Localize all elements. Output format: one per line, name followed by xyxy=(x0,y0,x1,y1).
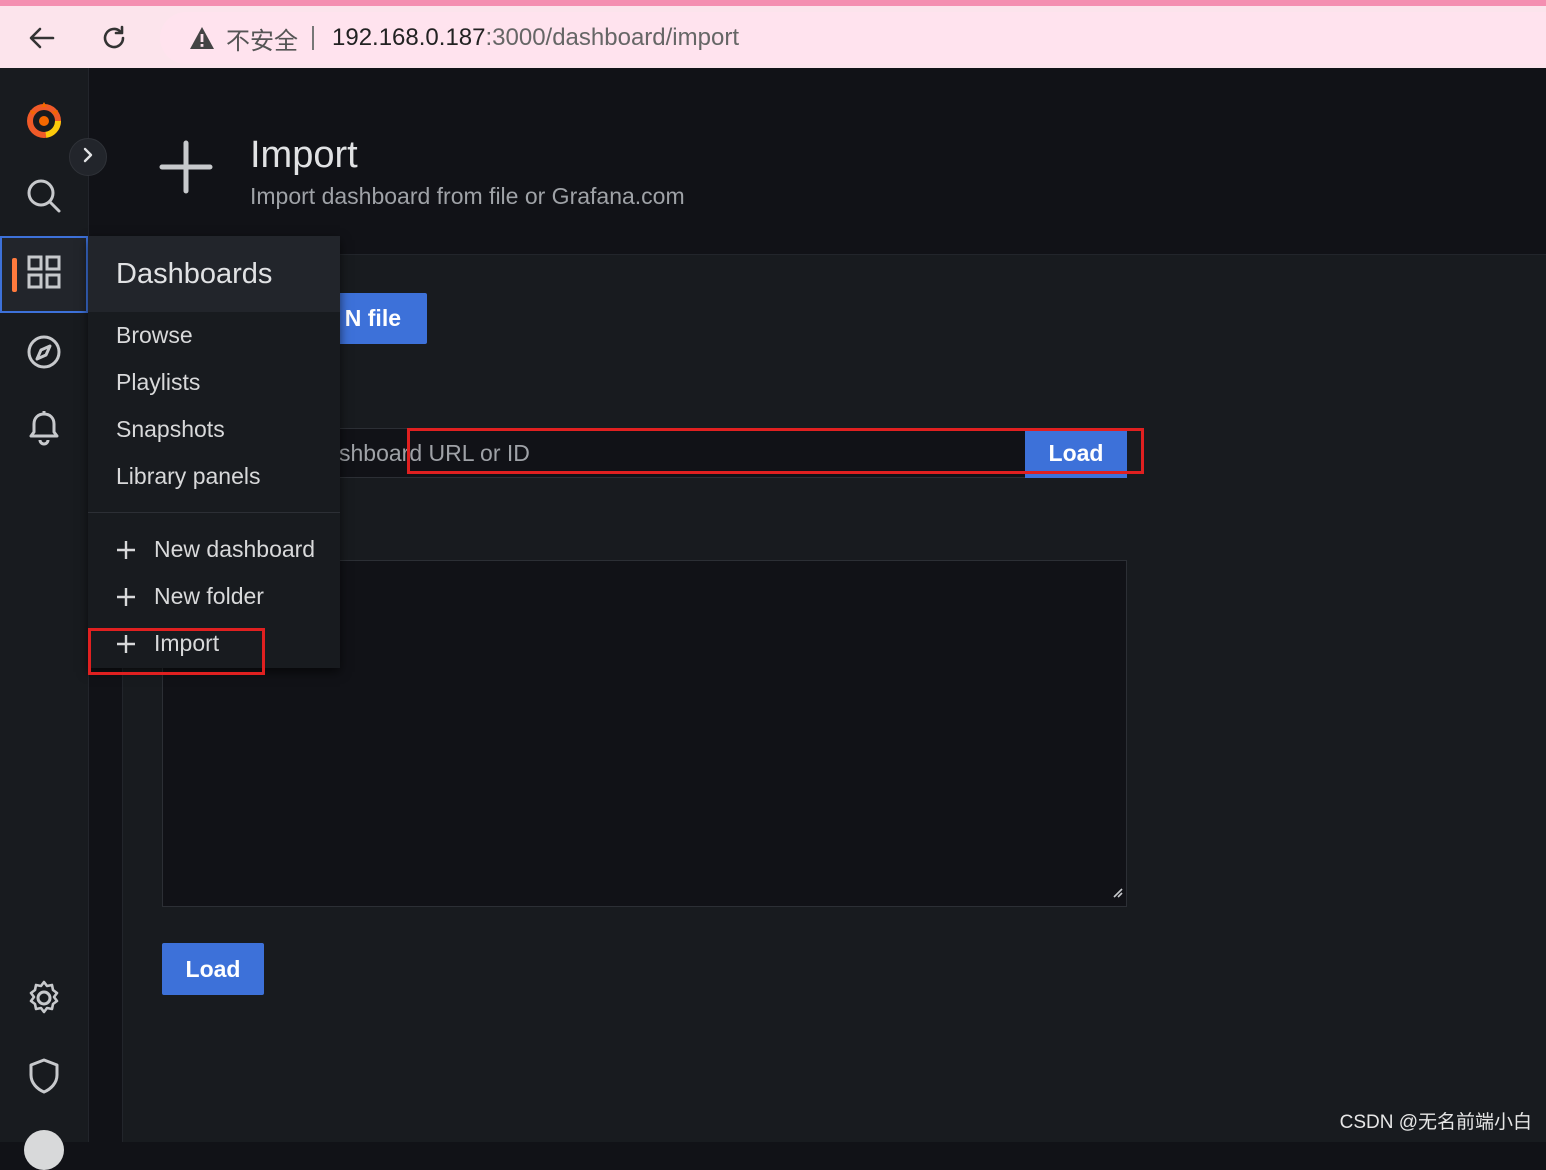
browser-toolbar: 不安全 192.168.0.187:3000/dashboard/import xyxy=(0,0,1546,68)
insecure-label: 不安全 xyxy=(226,27,298,55)
sidebar xyxy=(0,68,89,1170)
import-highlight xyxy=(88,628,265,675)
warning-icon xyxy=(188,25,216,51)
menu-item-snapshots[interactable]: Snapshots xyxy=(116,416,225,443)
resize-handle-icon[interactable] xyxy=(1111,885,1123,903)
dashboards-menu: Dashboards Browse Playlists Snapshots Li… xyxy=(88,236,340,668)
menu-divider xyxy=(88,512,340,513)
address-bar[interactable]: 不安全 192.168.0.187:3000/dashboard/import xyxy=(160,12,1546,64)
alerting-icon[interactable] xyxy=(0,398,88,458)
chevron-right-icon xyxy=(80,147,96,168)
sidebar-item-dashboards[interactable] xyxy=(0,236,88,313)
explore-icon[interactable] xyxy=(0,322,88,382)
new-dashboard-label: New dashboard xyxy=(154,536,316,562)
menu-item-new-folder[interactable]: New folder xyxy=(116,583,264,610)
page-title: Import xyxy=(250,134,358,176)
url-host: 192.168.0.187 xyxy=(332,24,486,51)
reload-icon[interactable] xyxy=(96,20,132,56)
menu-item-library-panels[interactable]: Library panels xyxy=(116,463,260,490)
page-subtitle: Import dashboard from file or Grafana.co… xyxy=(250,183,685,209)
url-separator xyxy=(312,26,314,50)
url-path: :3000/dashboard/import xyxy=(485,24,739,51)
plus-icon xyxy=(116,587,142,607)
grafana-logo-icon[interactable] xyxy=(0,90,88,150)
shield-icon[interactable] xyxy=(0,1046,88,1106)
menu-header[interactable]: Dashboards xyxy=(88,236,340,312)
menu-item-playlists[interactable]: Playlists xyxy=(116,369,200,396)
plus-icon xyxy=(159,140,213,199)
plus-icon xyxy=(116,540,142,560)
expand-sidebar-button[interactable] xyxy=(69,138,107,176)
watermark: CSDN @无名前端小白 xyxy=(1339,1112,1532,1133)
load-button[interactable]: Load xyxy=(162,943,264,995)
url-load-highlight xyxy=(407,428,1144,474)
new-folder-label: New folder xyxy=(154,583,264,609)
active-indicator xyxy=(12,258,17,292)
menu-item-new-dashboard[interactable]: New dashboard xyxy=(116,536,315,563)
settings-icon[interactable] xyxy=(0,968,88,1028)
avatar[interactable] xyxy=(24,1130,64,1170)
dashboards-icon xyxy=(26,254,62,295)
page-header: Import Import dashboard from file or Gra… xyxy=(89,68,1546,255)
menu-item-browse[interactable]: Browse xyxy=(116,322,193,349)
search-icon[interactable] xyxy=(0,166,88,226)
back-arrow-icon[interactable] xyxy=(24,20,60,56)
